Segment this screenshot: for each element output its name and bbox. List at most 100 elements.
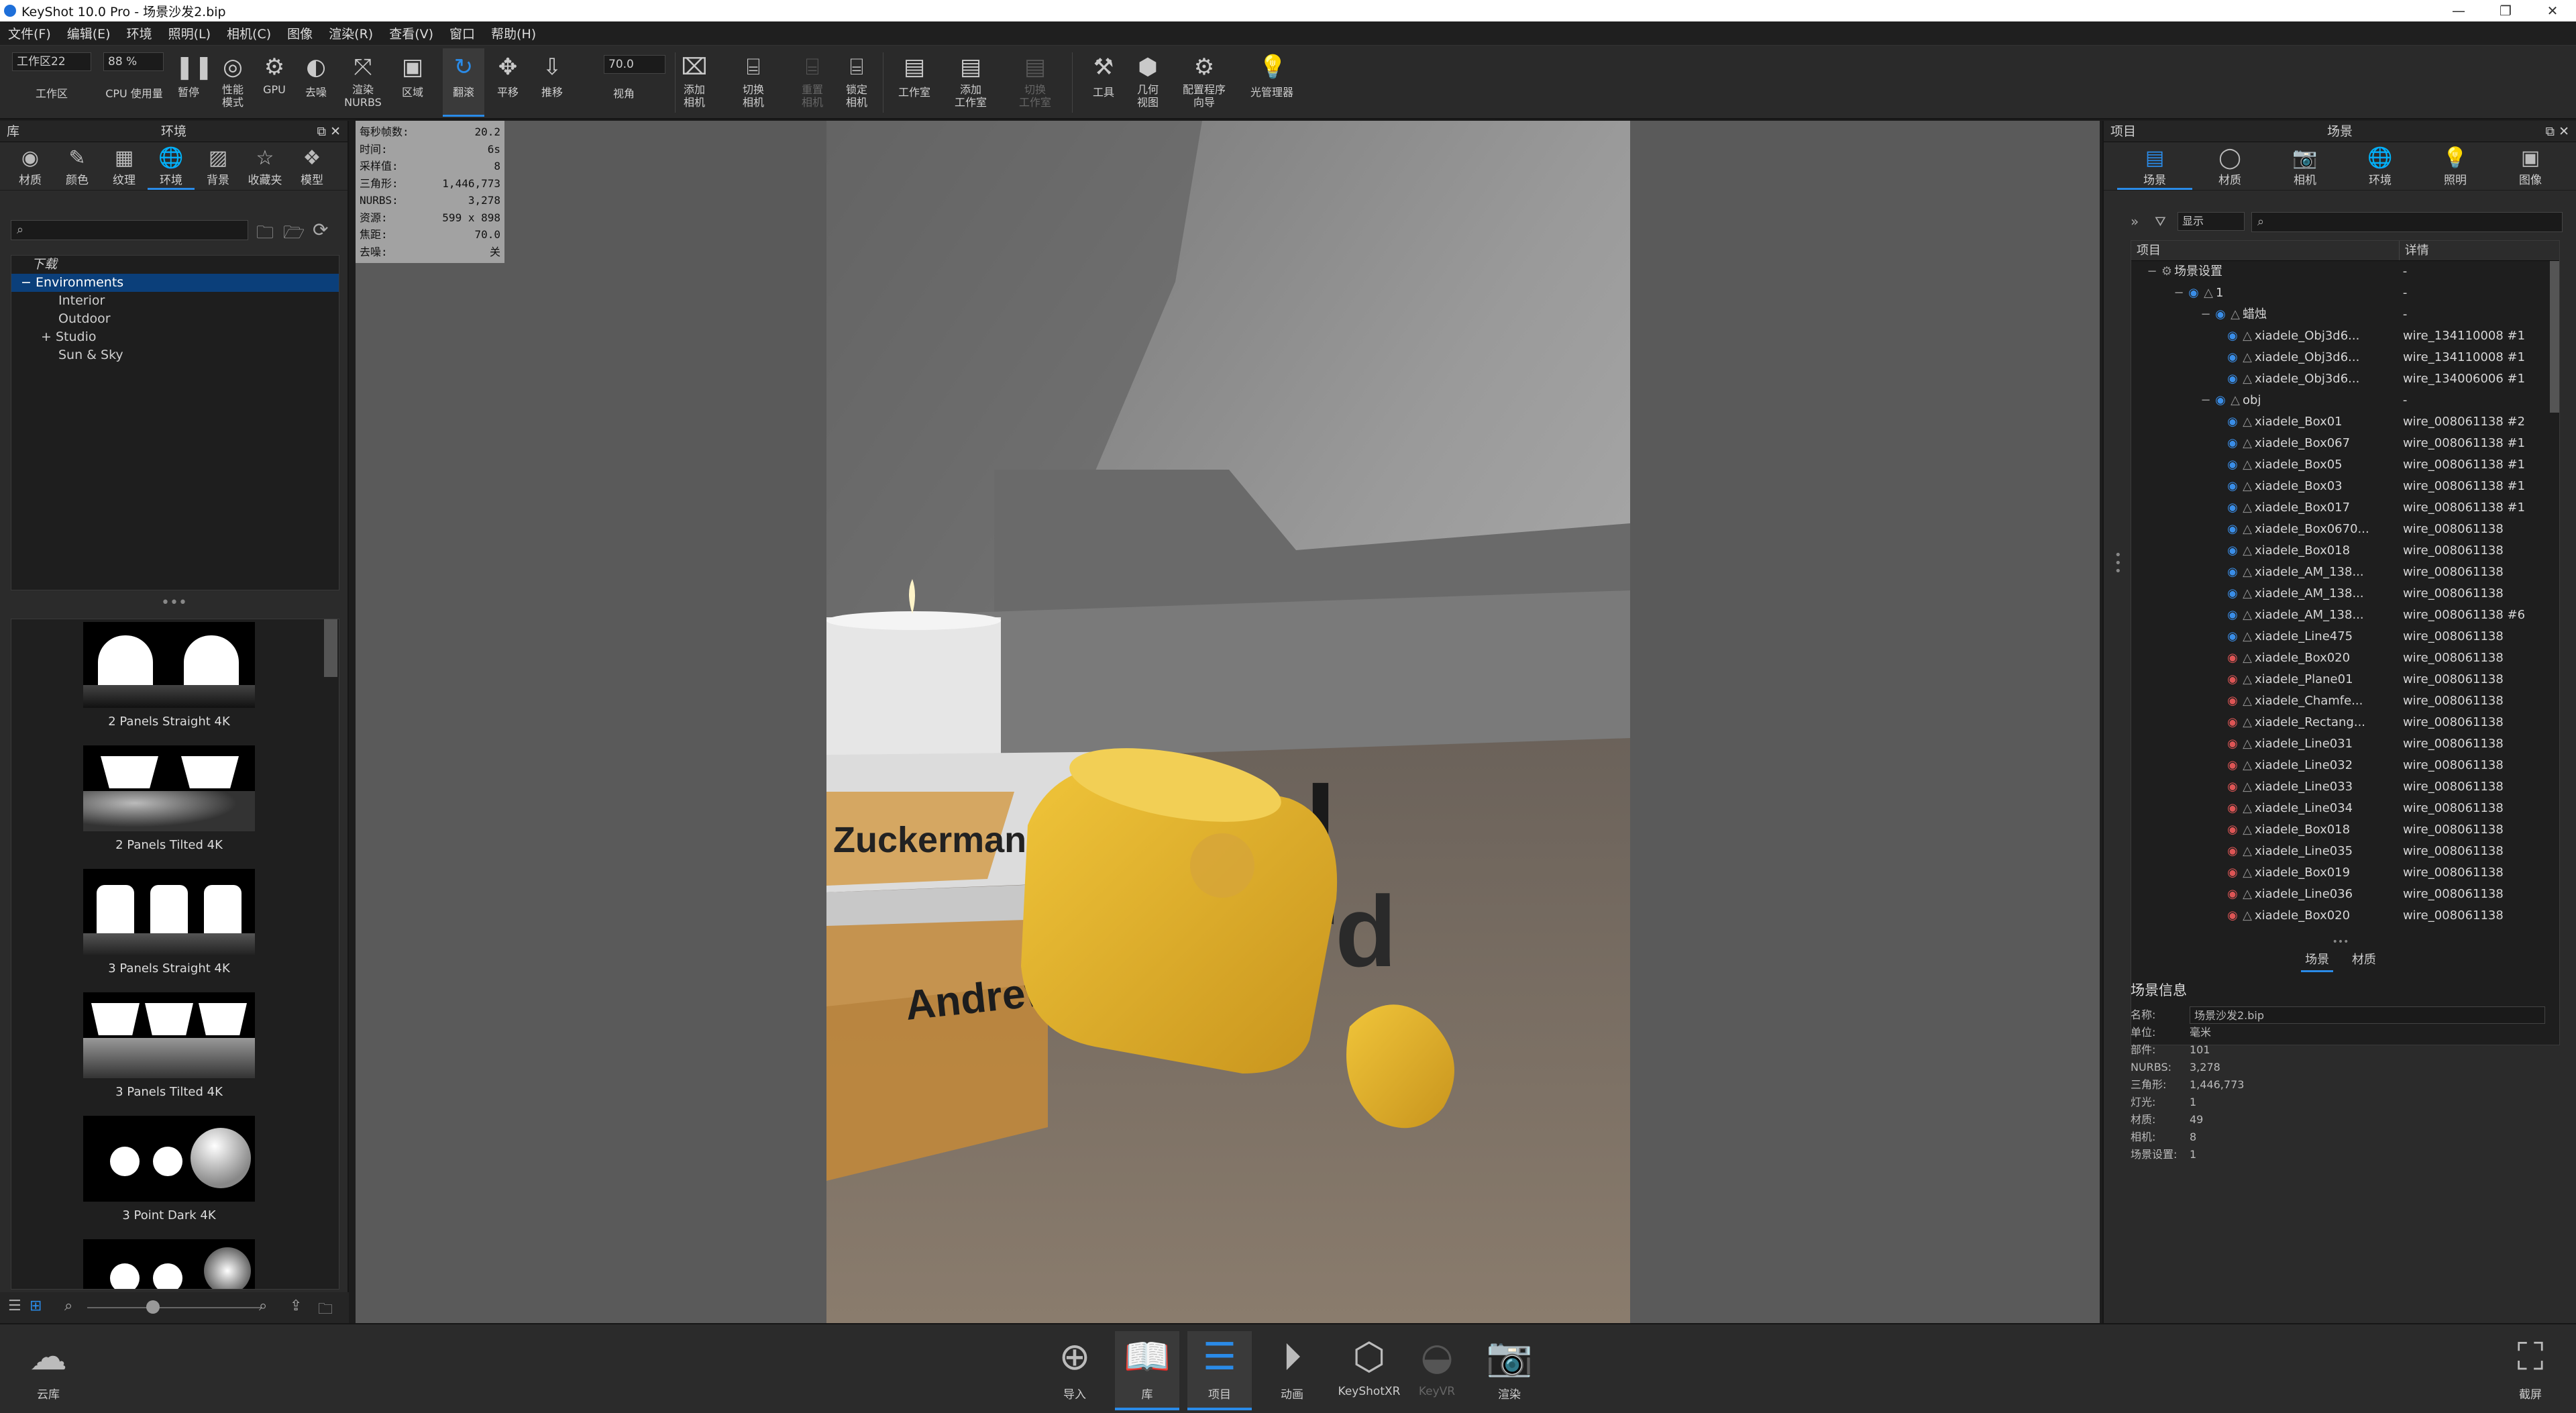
region-button[interactable]: ▣ 区域 [392, 48, 433, 117]
folder-icon[interactable]: 🗀 [256, 220, 274, 250]
visibility-eye-icon[interactable]: ◉ [2225, 626, 2240, 647]
pause-button[interactable]: ❚❚ 暂停 [168, 48, 213, 117]
scene-tree-row[interactable]: ◉ △ xiadele_Chamfe... wire_008061138 [2131, 690, 2559, 712]
collapse-icon[interactable]: − [2171, 282, 2186, 304]
visibility-eye-icon[interactable]: ◉ [2225, 884, 2240, 905]
visibility-eye-icon[interactable]: ◉ [2225, 540, 2240, 562]
scene-tree-row[interactable]: ◉ △ xiadele_Box019 wire_008061138 [2131, 862, 2559, 884]
tab-image[interactable]: ▣ 图像 [2493, 142, 2568, 190]
scene-tree-row[interactable]: ◉ △ xiadele_Box020 wire_008061138 [2131, 647, 2559, 669]
tumble-button[interactable]: ↻ 翻滚 [443, 48, 484, 117]
visibility-eye-icon[interactable]: ◉ [2225, 798, 2240, 819]
display-dropdown[interactable]: 显示 [2178, 212, 2245, 231]
visibility-eye-icon[interactable]: ◉ [2225, 562, 2240, 583]
menu-render[interactable]: 渲染(R) [329, 24, 373, 42]
tree-item-sun-sky[interactable]: Sun & Sky [11, 346, 339, 364]
scene-tree-row[interactable]: ◉ △ xiadele_Box018 wire_008061138 [2131, 819, 2559, 841]
reset-camera-button[interactable]: ⌸ 重置 相机 [792, 48, 833, 117]
field-of-view-input[interactable]: 70.0 [604, 55, 665, 74]
subtab-material[interactable]: 材质 [2348, 947, 2380, 970]
dolly-button[interactable]: ⇩ 推移 [531, 48, 573, 117]
tab-environment[interactable]: 🌐 环境 [2343, 142, 2418, 190]
visibility-eye-icon[interactable]: ◉ [2225, 325, 2240, 347]
visibility-eye-icon[interactable]: ◉ [2225, 497, 2240, 519]
slider-handle[interactable] [146, 1300, 160, 1314]
scene-tree-row[interactable]: ◉ △ xiadele_Line031 wire_008061138 [2131, 733, 2559, 755]
upload-icon[interactable]: ⇪ [290, 1298, 302, 1314]
tab-colors[interactable]: ✎ 颜色 [54, 142, 101, 190]
keyvr-button[interactable]: ◒ KeyVR [1405, 1331, 1469, 1410]
add-studio-button[interactable]: ▤ 添加 工作室 [950, 48, 991, 117]
import-button[interactable]: ⊕ 导入 [1042, 1331, 1107, 1410]
tab-scene[interactable]: ▤ 场景 [2117, 142, 2192, 190]
collapse-icon[interactable]: − [2145, 261, 2159, 282]
visibility-eye-icon[interactable]: ◉ [2225, 605, 2240, 626]
scene-tree-row[interactable]: ◉ △ xiadele_Line036 wire_008061138 [2131, 884, 2559, 905]
minimize-button[interactable]: — [2435, 0, 2482, 21]
light-manager-button[interactable]: 💡 光管理器 [1244, 48, 1300, 117]
tab-textures[interactable]: ▦ 纹理 [101, 142, 148, 190]
pan-button[interactable]: ✥ 平移 [487, 48, 529, 117]
scene-tree-row[interactable]: ◉ △ xiadele_Obj3d6... wire_134110008 #1 [2131, 325, 2559, 347]
scene-tree-row[interactable]: ◉ △ xiadele_Line032 wire_008061138 [2131, 755, 2559, 776]
menu-help[interactable]: 帮助(H) [491, 24, 536, 42]
env-thumb-2-panels-tilted[interactable]: 2 Panels Tilted 4K [11, 745, 327, 852]
scene-name-field[interactable]: 场景沙发2.bip [2190, 1006, 2545, 1024]
side-handle[interactable]: • • • [2114, 550, 2122, 578]
visibility-eye-icon[interactable]: ◉ [2225, 647, 2240, 669]
visibility-eye-icon[interactable]: ◉ [2225, 368, 2240, 390]
collapse-icon[interactable]: − [2198, 304, 2213, 325]
scene-tree-row[interactable]: ◉ △ xiadele_Line035 wire_008061138 [2131, 841, 2559, 862]
add-folder-icon[interactable]: 🗁 [283, 220, 305, 250]
grid-view-icon[interactable]: ⊞ [30, 1298, 42, 1314]
filter-icon[interactable]: ⛛ [2155, 213, 2166, 229]
visibility-eye-icon[interactable]: ◉ [2225, 690, 2240, 712]
visibility-eye-icon[interactable]: ◉ [2225, 819, 2240, 841]
expand-icon[interactable]: + [41, 329, 52, 344]
geometry-view-button[interactable]: ⬢ 几何 视图 [1127, 48, 1169, 117]
scene-tree-row[interactable]: ◉ △ xiadele_Box05 wire_008061138 #1 [2131, 454, 2559, 476]
library-search-input[interactable]: ⌕ [11, 220, 248, 240]
scene-tree-row[interactable]: ◉ △ xiadele_Box03 wire_008061138 #1 [2131, 476, 2559, 497]
scene-tree-row[interactable]: ◉ △ xiadele_Rectang... wire_008061138 [2131, 712, 2559, 733]
scene-tree-row[interactable]: ◉ △ xiadele_AM_138... wire_008061138 #6 [2131, 605, 2559, 626]
scene-tree-row[interactable]: ◉ △ xiadele_Line033 wire_008061138 [2131, 776, 2559, 798]
visibility-eye-icon[interactable]: ◉ [2225, 669, 2240, 690]
render-viewport[interactable]: Zuckerman Bird Andrew rd [356, 121, 2100, 1323]
env-thumb-3-panels-tilted[interactable]: 3 Panels Tilted 4K [11, 992, 327, 1099]
visibility-eye-icon[interactable]: ◉ [2225, 755, 2240, 776]
tab-lighting[interactable]: 💡 照明 [2418, 142, 2493, 190]
cpu-usage-select[interactable]: 88 % [103, 52, 164, 71]
column-detail[interactable]: 详情 [2398, 241, 2559, 260]
scene-tree-row[interactable]: ◉ △ xiadele_Box017 wire_008061138 #1 [2131, 497, 2559, 519]
denoise-button[interactable]: ◐ 去噪 [295, 48, 337, 117]
tree-item-environments[interactable]: − Environments [11, 274, 339, 292]
animation-button[interactable]: ⏵ 动画 [1260, 1331, 1324, 1410]
zoom-out-icon[interactable]: ⌕ [64, 1298, 72, 1314]
switch-camera-button[interactable]: ⌸ 切换 相机 [733, 48, 774, 117]
workspace-select[interactable]: 工作区22 [12, 52, 91, 71]
visibility-eye-icon[interactable]: ◉ [2225, 433, 2240, 454]
visibility-eye-icon[interactable]: ◉ [2225, 862, 2240, 884]
visibility-eye-icon[interactable]: ◉ [2225, 841, 2240, 862]
gpu-button[interactable]: ⚙ GPU [254, 48, 295, 117]
lock-camera-button[interactable]: ⌸ 锁定 相机 [836, 48, 877, 117]
visibility-eye-icon[interactable]: ◉ [2225, 905, 2240, 927]
env-thumb-2-panels-straight[interactable]: 2 Panels Straight 4K [11, 622, 327, 729]
screenshot-button[interactable]: ⛶ 截屏 [2498, 1331, 2563, 1410]
folder-icon[interactable]: 🗀 [318, 1298, 333, 1323]
visibility-eye-icon[interactable]: ◉ [2225, 519, 2240, 540]
list-view-icon[interactable]: ☰ [8, 1298, 21, 1314]
scene-search-input[interactable]: ⌕ [2251, 212, 2563, 232]
switch-studio-button[interactable]: ▤ 切换 工作室 [1014, 48, 1056, 117]
menu-window[interactable]: 窗口 [449, 24, 475, 42]
render-button[interactable]: 📷 渲染 [1477, 1331, 1542, 1410]
tab-models[interactable]: ❖ 模型 [288, 142, 335, 190]
tree-item-studio[interactable]: + Studio [11, 328, 339, 346]
tab-materials[interactable]: ◉ 材质 [7, 142, 54, 190]
scene-tree-row[interactable]: ◉ △ xiadele_Box018 wire_008061138 [2131, 540, 2559, 562]
add-camera-button[interactable]: ⌧ 添加 相机 [674, 48, 715, 117]
scene-tree-row[interactable]: ◉ △ xiadele_Box01 wire_008061138 #2 [2131, 411, 2559, 433]
scene-tree-row[interactable]: ◉ △ xiadele_Box067 wire_008061138 #1 [2131, 433, 2559, 454]
visibility-eye-icon[interactable]: ◉ [2225, 583, 2240, 605]
